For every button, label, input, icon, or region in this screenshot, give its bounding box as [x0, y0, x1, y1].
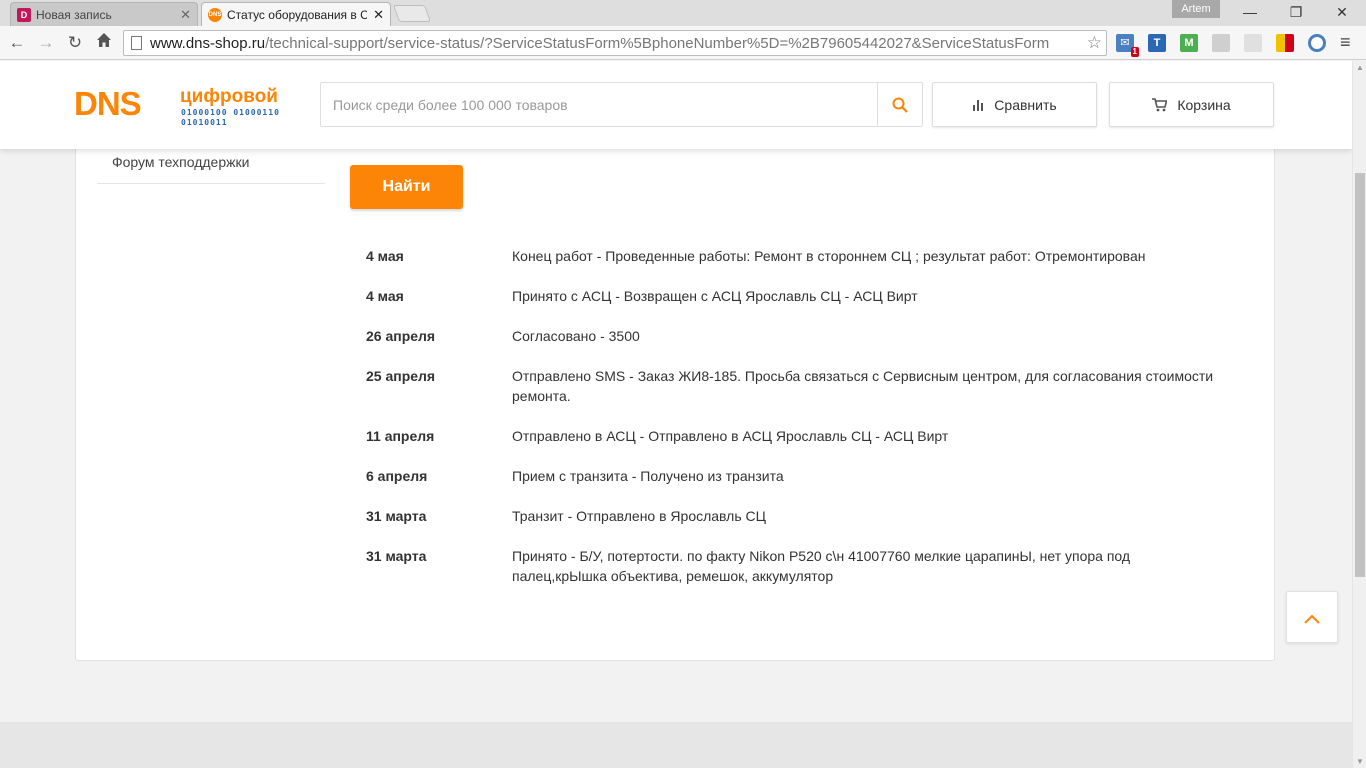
status-date: 11 апреля: [366, 428, 435, 444]
status-date: 4 мая: [366, 248, 404, 264]
new-tab-button[interactable]: [392, 5, 432, 22]
status-description: Принято с АСЦ - Возвращен с АСЦ Ярославл…: [512, 288, 918, 304]
chevron-up-icon: [1304, 614, 1320, 624]
compare-label: Сравнить: [994, 96, 1057, 113]
sidebar-item-support-forum[interactable]: Форум техподдержки: [97, 154, 325, 184]
status-history-row: 6 апреля Прием с транзита - Получено из т…: [366, 466, 1226, 486]
logo-main-text: DNS: [74, 85, 142, 122]
scrollbar-thumb[interactable]: [1355, 173, 1365, 577]
status-history-row: 4 мая Принято с АСЦ - Возвращен с АСЦ Яро…: [366, 286, 1226, 306]
status-description: Конец работ - Проведенные работы: Ремонт…: [512, 248, 1146, 264]
status-description: Транзит - Отправлено в Ярославль СЦ: [512, 508, 766, 524]
status-date: 31 марта: [366, 508, 427, 524]
status-date: 25 апреля: [366, 368, 436, 384]
close-tab-icon[interactable]: ✕: [373, 7, 384, 23]
status-history-list: 4 мая Конец работ - Проведенные работы: Р…: [366, 246, 1226, 606]
browser-toolbar: ← → ↻ www.dns-shop.ru/technical-support/…: [0, 26, 1366, 60]
home-extension-icon[interactable]: [1244, 34, 1262, 52]
close-tab-icon[interactable]: ✕: [180, 7, 191, 23]
search-input[interactable]: [321, 83, 877, 126]
address-bar[interactable]: www.dns-shop.ru/technical-support/servic…: [123, 30, 1107, 56]
back-arrow-icon[interactable]: ←: [6, 32, 28, 54]
restore-icon[interactable]: ❐: [1276, 0, 1316, 24]
url-host: www.dns-shop.ru: [150, 34, 266, 52]
browser-tab-bar: D Новая запись ✕ DNS Статус оборудования…: [0, 0, 1366, 26]
circle-extension-icon[interactable]: [1308, 34, 1326, 52]
compare-button[interactable]: Сравнить: [932, 82, 1097, 127]
page-viewport: Форум техподдержки Найти 4 мая Конец рабо…: [0, 61, 1352, 768]
browser-menu-icon[interactable]: ≡: [1340, 32, 1351, 53]
find-button[interactable]: Найти: [350, 165, 463, 209]
scroll-to-top-button[interactable]: [1286, 591, 1338, 643]
camera-icon[interactable]: [1212, 34, 1230, 52]
status-history-row: 11 апреля Отправлено в АСЦ - Отправлено в…: [366, 426, 1226, 446]
status-description: Прием с транзита - Получено из транзита: [512, 468, 784, 484]
cart-label: Корзина: [1177, 96, 1231, 113]
status-history-row: 31 марта Транзит - Отправлено в Ярославль…: [366, 506, 1226, 526]
tab-title: Новая запись: [36, 7, 112, 22]
status-description: Отправлено SMS - Заказ ЖИ8-185. Просьба …: [512, 368, 1214, 404]
status-date: 26 апреля: [366, 328, 436, 344]
tab-title: Статус оборудования в С: [227, 7, 368, 22]
logo-tagline: цифровой: [180, 86, 278, 107]
dns-favicon-icon: DNS: [208, 7, 222, 22]
cart-button[interactable]: Корзина: [1109, 82, 1274, 127]
minimize-icon[interactable]: —: [1230, 0, 1270, 24]
search-icon: [892, 97, 908, 113]
status-description: Отправлено в АСЦ - Отправлено в АСЦ Ярос…: [512, 428, 949, 444]
search-button[interactable]: [877, 83, 922, 126]
dns-logo[interactable]: DNS цифровой 01000100 01000110 01010011: [74, 85, 302, 128]
forward-arrow-icon[interactable]: →: [35, 32, 57, 54]
mail-icon[interactable]: ✉ 1: [1116, 34, 1139, 57]
home-icon[interactable]: [93, 32, 115, 54]
translate-icon[interactable]: T: [1148, 34, 1166, 52]
footer: [0, 722, 1352, 768]
status-history-row: 4 мая Конец работ - Проведенные работы: Р…: [366, 246, 1226, 266]
search-box: [320, 82, 923, 127]
status-date: 31 марта: [366, 548, 427, 564]
browser-tab-service-status[interactable]: DNS Статус оборудования в С ✕: [201, 2, 391, 26]
page-icon: [131, 36, 142, 50]
cart-icon: [1152, 97, 1168, 112]
status-history-row: 26 апреля Согласовано - 3500: [366, 326, 1226, 346]
status-description: Принято - Б/У, потертости. по факту Niko…: [512, 548, 1131, 584]
url-path: /technical-support/service-status/?Servi…: [265, 34, 1050, 52]
site-header: DNS цифровой 01000100 01000110 01010011 …: [0, 61, 1352, 149]
reload-icon[interactable]: ↻: [64, 32, 86, 54]
status-history-row: 25 апреля Отправлено SMS - Заказ ЖИ8-185.…: [366, 366, 1226, 406]
bookmark-star-icon[interactable]: ☆: [1086, 33, 1102, 53]
flag-icon[interactable]: [1276, 34, 1294, 52]
bar-chart-icon: [972, 99, 984, 111]
scroll-up-arrow-icon[interactable]: ▲: [1356, 63, 1364, 72]
status-history-row: 31 марта Принято - Б/У, потертости. по фа…: [366, 546, 1226, 586]
browser-tab-new-post[interactable]: D Новая запись ✕: [10, 2, 198, 26]
d-favicon-icon: D: [17, 7, 31, 22]
window-close-icon[interactable]: ✕: [1322, 0, 1362, 24]
page-scrollbar[interactable]: ▲ ▼: [1352, 61, 1366, 768]
status-date: 6 апреля: [366, 468, 428, 484]
mail-badge: 1: [1130, 47, 1139, 57]
logo-bits: 01000100 01000110 01010011: [181, 108, 280, 127]
status-description: Согласовано - 3500: [512, 328, 640, 344]
status-date: 4 мая: [366, 288, 404, 304]
scroll-down-arrow-icon[interactable]: ▼: [1356, 757, 1364, 766]
service-status-card: Форум техподдержки Найти 4 мая Конец рабо…: [75, 121, 1275, 661]
profile-badge[interactable]: Artem: [1172, 0, 1220, 18]
shield-icon[interactable]: M: [1180, 34, 1198, 52]
